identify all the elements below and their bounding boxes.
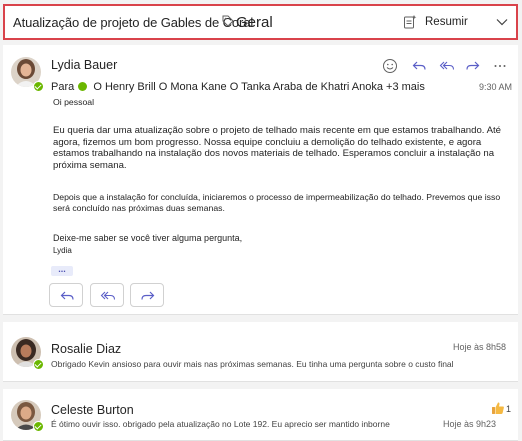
conversation-subject: Atualização de projeto de Gables de Cora… [13, 15, 254, 30]
reaction-count: 1 [506, 404, 512, 414]
sender-name[interactable]: Celeste Burton [51, 403, 134, 417]
forward-button[interactable] [130, 283, 164, 307]
forward-icon[interactable] [465, 58, 481, 74]
show-quoted-text-button[interactable]: ... [51, 265, 73, 276]
to-label: Para [51, 81, 75, 93]
conversation-pane: Atualização de projeto de Gables de Cora… [0, 0, 522, 441]
message-preview: Obrigado Kevin ansioso para ouvir mais n… [51, 359, 454, 369]
message-card-collapsed[interactable]: Rosalie Diaz Hoje às 8h58 Obrigado Kevin… [3, 322, 518, 382]
greeting-paragraph: Oi pessoal [53, 97, 95, 107]
reply-all-button[interactable] [90, 283, 124, 307]
message-time: Hoje às 8h58 [453, 342, 507, 352]
presence-available-icon [33, 421, 44, 432]
message-time: 9:30 AM [479, 82, 513, 92]
reply-all-icon [100, 291, 116, 300]
conversation-header: Atualização de projeto de Gables de Cora… [3, 4, 518, 40]
recipients-line: Para O Henry Brill O Mona Kane O Tanka A… [51, 81, 425, 93]
presence-available-icon [33, 359, 44, 370]
reply-button[interactable] [49, 283, 83, 307]
message-body: Oi pessoal [53, 97, 503, 108]
sender-name[interactable]: Lydia Bauer [51, 58, 117, 72]
forward-icon [141, 291, 155, 300]
message-body-paragraph: Eu queria dar uma atualização sobre o pr… [53, 125, 501, 171]
thumbs-up-reaction-icon[interactable] [491, 401, 505, 415]
recipients-list[interactable]: O Henry Brill O Mona Kane O Tanka Araba … [93, 81, 425, 93]
reply-icon[interactable] [411, 58, 427, 74]
presence-available-icon [78, 82, 88, 91]
message-body-paragraph: Deixe-me saber se você tiver alguma perg… [53, 233, 243, 243]
summarize-button[interactable]: Resumir [425, 16, 468, 28]
emoji-react-icon[interactable] [382, 58, 398, 74]
summarize-icon[interactable] [402, 14, 418, 30]
sender-name[interactable]: Rosalie Diaz [51, 342, 121, 356]
signature: Lydia [53, 246, 72, 255]
message-card-collapsed[interactable]: Celeste Burton 1 Hoje às 9h23 É ótimo ou… [3, 389, 518, 441]
message-body-paragraph: Depois que a instalação for concluída, i… [53, 192, 501, 214]
message-preview: É ótimo ouvir isso. obrigado pela atuali… [51, 419, 390, 429]
more-options-icon[interactable] [492, 58, 508, 74]
message-time: Hoje às 9h23 [443, 419, 497, 429]
presence-available-icon [33, 81, 44, 92]
chevron-down-icon[interactable] [496, 17, 508, 27]
message-card[interactable]: Lydia Bauer Para O Henry Brill O Mona Ka… [3, 45, 518, 315]
category-tag[interactable]: Geral [236, 14, 273, 31]
reply-icon [60, 291, 74, 300]
reply-all-icon[interactable] [439, 58, 455, 74]
tag-icon[interactable] [221, 14, 235, 28]
